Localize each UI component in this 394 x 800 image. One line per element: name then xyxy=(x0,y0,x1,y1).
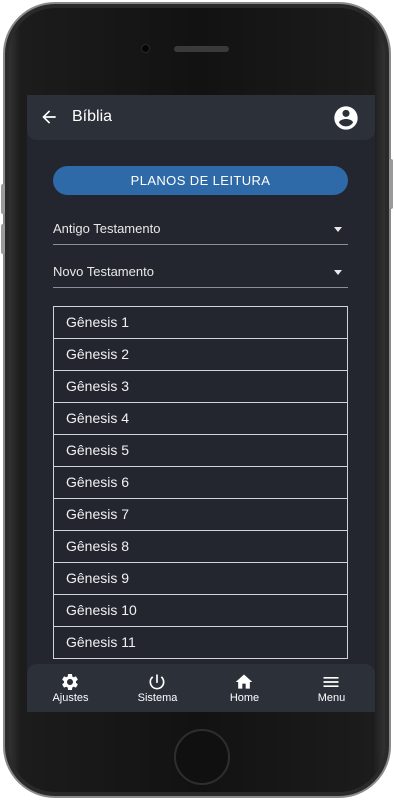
chapter-item[interactable]: Gênesis 10 xyxy=(53,594,348,627)
earpiece-speaker xyxy=(174,46,229,52)
nav-item-sistema[interactable]: Sistema xyxy=(114,664,201,712)
chapter-item[interactable]: Gênesis 4 xyxy=(53,402,348,435)
side-button xyxy=(1,224,5,254)
nav-label: Menu xyxy=(317,692,346,704)
side-button xyxy=(389,159,393,209)
chapter-item[interactable]: Gênesis 7 xyxy=(53,498,348,531)
chapter-item[interactable]: Gênesis 1 xyxy=(53,306,348,339)
nav-item-menu[interactable]: Menu xyxy=(288,664,375,712)
back-arrow-icon[interactable] xyxy=(39,107,59,127)
side-button xyxy=(1,184,5,214)
reading-plans-button[interactable]: PLANOS DE LEITURA xyxy=(53,166,348,195)
nav-item-ajustes[interactable]: Ajustes xyxy=(27,664,114,712)
nav-label: Home xyxy=(229,692,260,704)
old-testament-select[interactable]: Antigo Testamento xyxy=(53,209,348,245)
chapter-item[interactable]: Gênesis 11 xyxy=(53,626,348,659)
app-screen: Bíblia PLANOS DE LEITURA Antigo Testamen… xyxy=(27,95,375,712)
front-camera xyxy=(141,44,150,53)
new-testament-select[interactable]: Novo Testamento xyxy=(53,252,348,288)
app-bar: Bíblia xyxy=(27,95,375,140)
account-circle-icon[interactable] xyxy=(332,104,360,132)
chapter-item[interactable]: Gênesis 3 xyxy=(53,370,348,403)
phone-frame: Bíblia PLANOS DE LEITURA Antigo Testamen… xyxy=(1,2,393,798)
select-label: Novo Testamento xyxy=(53,264,154,279)
nav-label: Sistema xyxy=(137,692,178,704)
nav-label: Ajustes xyxy=(52,692,89,704)
home-icon xyxy=(235,674,253,689)
chapter-item[interactable]: Gênesis 5 xyxy=(53,434,348,467)
page-title: Bíblia xyxy=(72,108,113,125)
dropdown-caret-icon xyxy=(334,270,342,275)
home-hardware-button[interactable] xyxy=(174,729,230,785)
chapter-list: Gênesis 1 Gênesis 2 Gênesis 3 Gênesis 4 … xyxy=(53,306,348,659)
chapter-item[interactable]: Gênesis 2 xyxy=(53,338,348,371)
select-label: Antigo Testamento xyxy=(53,221,161,236)
chapter-item[interactable]: Gênesis 9 xyxy=(53,562,348,595)
chapter-item[interactable]: Gênesis 8 xyxy=(53,530,348,563)
nav-item-home[interactable]: Home xyxy=(201,664,288,712)
bottom-navigation: Ajustes Sistema Home Menu xyxy=(27,664,375,712)
power-icon xyxy=(149,674,165,690)
chapter-item[interactable]: Gênesis 6 xyxy=(53,466,348,499)
menu-icon xyxy=(323,677,339,687)
gear-icon xyxy=(62,674,78,690)
dropdown-caret-icon xyxy=(334,227,342,232)
